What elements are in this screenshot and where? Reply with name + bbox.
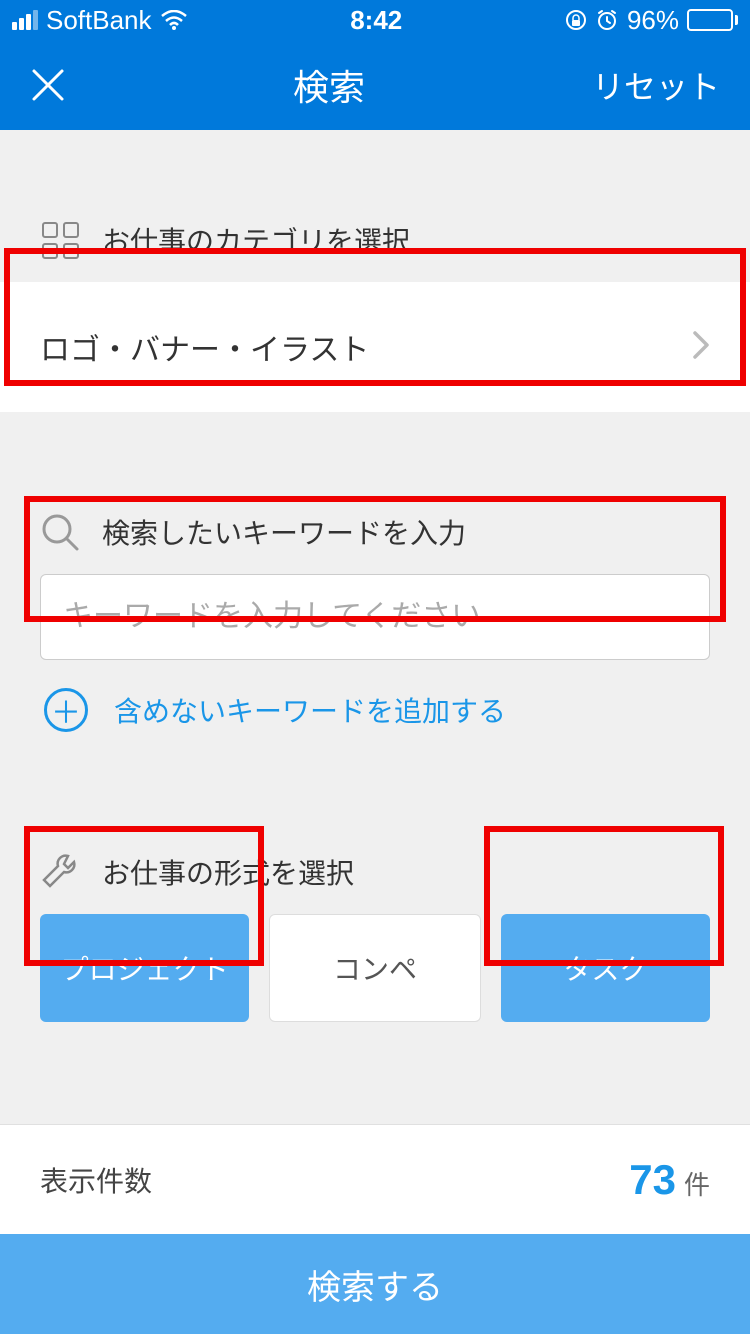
results-label: 表示件数 bbox=[40, 1160, 152, 1200]
keyword-section-label: 検索したいキーワードを入力 bbox=[102, 512, 466, 552]
add-exclude-keyword-button[interactable]: ＋ 含めないキーワードを追加する bbox=[0, 660, 750, 760]
format-option-project[interactable]: プロジェクト bbox=[40, 914, 249, 1022]
carrier-label: SoftBank bbox=[46, 5, 152, 36]
category-value: ロゴ・バナー・イラスト bbox=[40, 325, 369, 369]
category-select-row[interactable]: ロゴ・バナー・イラスト bbox=[0, 282, 750, 412]
results-unit: 件 bbox=[684, 1165, 710, 1202]
format-option-compe[interactable]: コンペ bbox=[269, 914, 480, 1022]
status-right: 96% bbox=[565, 5, 738, 36]
status-bar: SoftBank 8:42 96% bbox=[0, 0, 750, 40]
grid-icon bbox=[40, 220, 80, 260]
add-exclude-label: 含めないキーワードを追加する bbox=[114, 690, 506, 730]
status-time: 8:42 bbox=[350, 5, 402, 36]
status-left: SoftBank bbox=[12, 5, 188, 36]
battery-icon bbox=[687, 9, 738, 31]
keyword-input[interactable] bbox=[40, 574, 710, 660]
wifi-icon bbox=[160, 10, 188, 30]
nav-bar: 検索 リセット bbox=[0, 40, 750, 130]
orientation-lock-icon bbox=[565, 9, 587, 31]
category-section-header: お仕事のカテゴリを選択 bbox=[0, 180, 750, 282]
results-count: 73 bbox=[629, 1156, 676, 1204]
format-section-header: お仕事の形式を選択 bbox=[0, 812, 750, 914]
close-button[interactable] bbox=[30, 67, 66, 103]
results-bar: 表示件数 73 件 bbox=[0, 1124, 750, 1234]
format-section-label: お仕事の形式を選択 bbox=[102, 852, 354, 892]
format-option-task[interactable]: タスク bbox=[501, 914, 710, 1022]
chevron-right-icon bbox=[692, 330, 710, 365]
wrench-icon bbox=[40, 852, 80, 892]
alarm-icon bbox=[595, 8, 619, 32]
plus-icon: ＋ bbox=[44, 688, 88, 732]
keyword-section-header: 検索したいキーワードを入力 bbox=[0, 472, 750, 574]
search-icon bbox=[40, 512, 80, 552]
category-section-label: お仕事のカテゴリを選択 bbox=[102, 220, 410, 260]
page-title: 検索 bbox=[293, 59, 365, 111]
battery-pct-label: 96% bbox=[627, 5, 679, 36]
search-button[interactable]: 検索する bbox=[0, 1234, 750, 1334]
reset-button[interactable]: リセット bbox=[592, 62, 720, 108]
signal-icon bbox=[12, 10, 38, 30]
